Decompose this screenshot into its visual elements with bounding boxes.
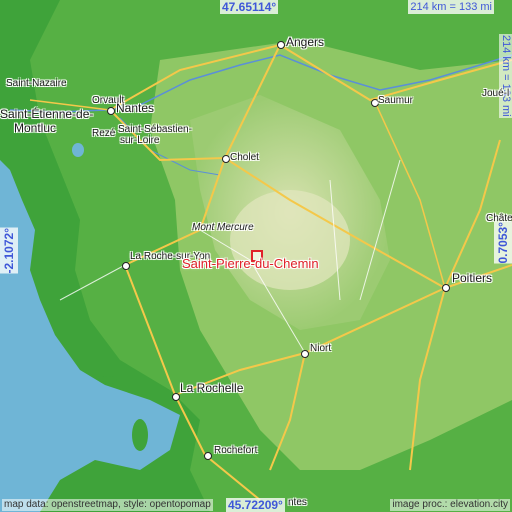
city-label-poitiers[interactable]: Poitiers xyxy=(452,272,492,285)
city-label-rochefort[interactable]: Rochefort xyxy=(214,445,257,456)
city-label-joue[interactable]: Joué-l xyxy=(482,88,509,99)
city-label-angers[interactable]: Angers xyxy=(286,36,324,49)
bottom-latitude: 45.72209° xyxy=(226,498,285,512)
elevation-map[interactable]: 47.65114° 45.72209° -2.1072° 0.7053° 214… xyxy=(0,0,512,512)
city-pin xyxy=(107,107,115,115)
city-label-nantes[interactable]: Nantes xyxy=(116,102,154,115)
city-pin xyxy=(277,41,285,49)
left-longitude: -2.1072° xyxy=(0,228,18,274)
right-longitude: 0.7053° xyxy=(494,222,512,264)
city-label-saint-sebastien[interactable]: Saint-Sébastien- xyxy=(118,124,192,135)
city-label-mont-mercure[interactable]: Mont Mercure xyxy=(192,222,254,233)
city-pin xyxy=(204,452,212,460)
island-re xyxy=(99,376,117,384)
city-pin xyxy=(172,393,180,401)
city-label-cholet[interactable]: Cholet xyxy=(230,152,259,163)
city-pin xyxy=(222,155,230,163)
city-pin xyxy=(301,350,309,358)
city-pin xyxy=(442,284,450,292)
city-label-sur-loire[interactable]: sur-Loire xyxy=(120,135,159,146)
city-label-saumur[interactable]: Saumur xyxy=(378,95,413,106)
image-attribution: image proc.: elevation.city xyxy=(390,499,510,511)
city-label-reze[interactable]: Rezé xyxy=(92,128,115,139)
city-label-saint-nazaire[interactable]: Saint-Nazaire xyxy=(6,78,67,89)
city-label-la-rochelle[interactable]: La Rochelle xyxy=(180,382,243,395)
island-oleron xyxy=(132,419,148,451)
scale-vertical: 214 km = 133 mi xyxy=(499,34,512,118)
target-location-label[interactable]: Saint-Pierre-du-Chemin xyxy=(182,256,319,271)
top-latitude: 47.65114° xyxy=(220,0,279,14)
scale-horizontal: 214 km = 133 mi xyxy=(408,0,494,14)
city-label-montluc[interactable]: Montluc xyxy=(14,122,56,135)
city-label-saint-etienne[interactable]: Saint-Étienne-de- xyxy=(0,108,93,121)
city-pin xyxy=(122,262,130,270)
city-label-chate[interactable]: Châte xyxy=(486,213,512,224)
city-label-niort[interactable]: Niort xyxy=(310,343,331,354)
city-label-saintes[interactable]: ntes xyxy=(288,497,307,508)
map-attribution: map data: openstreetmap, style: opentopo… xyxy=(2,499,213,511)
lake-grandlieu xyxy=(72,143,84,157)
